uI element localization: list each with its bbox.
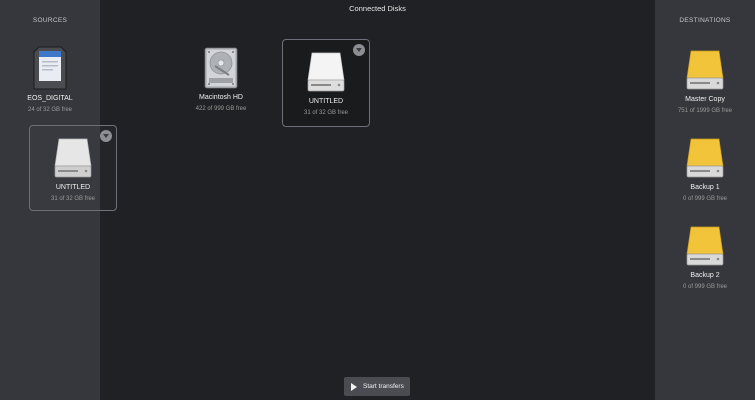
disk-name: UNTITLED xyxy=(308,98,344,105)
yellow-drive-icon xyxy=(686,226,724,266)
page-title: Connected Disks xyxy=(349,4,406,13)
dropdown-icon[interactable] xyxy=(100,130,112,142)
disk-name: UNTITLED xyxy=(55,184,91,191)
source-disk-untitled[interactable]: UNTITLED 31 of 32 GB free xyxy=(29,125,117,211)
sd-card-icon xyxy=(33,46,67,90)
destinations-panel: DESTINATIONS Master Copy 751 of 1999 GB … xyxy=(655,0,755,400)
play-icon xyxy=(351,382,357,391)
disk-name: Backup 1 xyxy=(690,184,720,191)
disk-free-space: 422 of 999 GB free xyxy=(195,106,247,112)
disk-name: Macintosh HD xyxy=(199,94,243,101)
disk-free-space: 751 of 1999 GB free xyxy=(677,108,733,114)
connected-disk-macintosh-hd[interactable]: Macintosh HD 422 of 999 GB free xyxy=(178,47,264,112)
destinations-title: DESTINATIONS xyxy=(679,17,731,24)
white-drive-icon xyxy=(54,138,92,178)
disk-free-space: 24 of 32 GB free xyxy=(27,107,73,113)
disk-free-space: 31 of 32 GB free xyxy=(303,110,349,116)
sources-panel: SOURCES EOS_DIGITAL 24 of 32 GB free UNT… xyxy=(0,0,117,400)
white-drive-icon xyxy=(307,52,345,92)
disk-free-space: 0 of 999 GB free xyxy=(682,196,728,202)
start-transfers-label: Start transfers xyxy=(363,383,404,390)
disk-name: Backup 2 xyxy=(690,272,720,279)
disk-free-space: 31 of 32 GB free xyxy=(50,196,96,202)
source-disk-eos-digital[interactable]: EOS_DIGITAL 24 of 32 GB free xyxy=(7,46,93,113)
destination-disk-backup-2[interactable]: Backup 2 0 of 999 GB free xyxy=(662,225,748,290)
yellow-drive-icon xyxy=(686,50,724,90)
yellow-drive-icon xyxy=(686,138,724,178)
sources-title: SOURCES xyxy=(32,17,68,24)
dropdown-icon[interactable] xyxy=(353,44,365,56)
destination-disk-master-copy[interactable]: Master Copy 751 of 1999 GB free xyxy=(662,49,748,114)
disk-free-space: 0 of 999 GB free xyxy=(682,284,728,290)
start-transfers-button[interactable]: Start transfers xyxy=(344,377,410,396)
internal-hard-drive-icon xyxy=(204,47,238,89)
disk-name: EOS_DIGITAL xyxy=(27,95,73,102)
disk-name: Master Copy xyxy=(685,96,725,103)
connected-disk-untitled[interactable]: UNTITLED 31 of 32 GB free xyxy=(282,39,370,127)
destination-disk-backup-1[interactable]: Backup 1 0 of 999 GB free xyxy=(662,137,748,202)
